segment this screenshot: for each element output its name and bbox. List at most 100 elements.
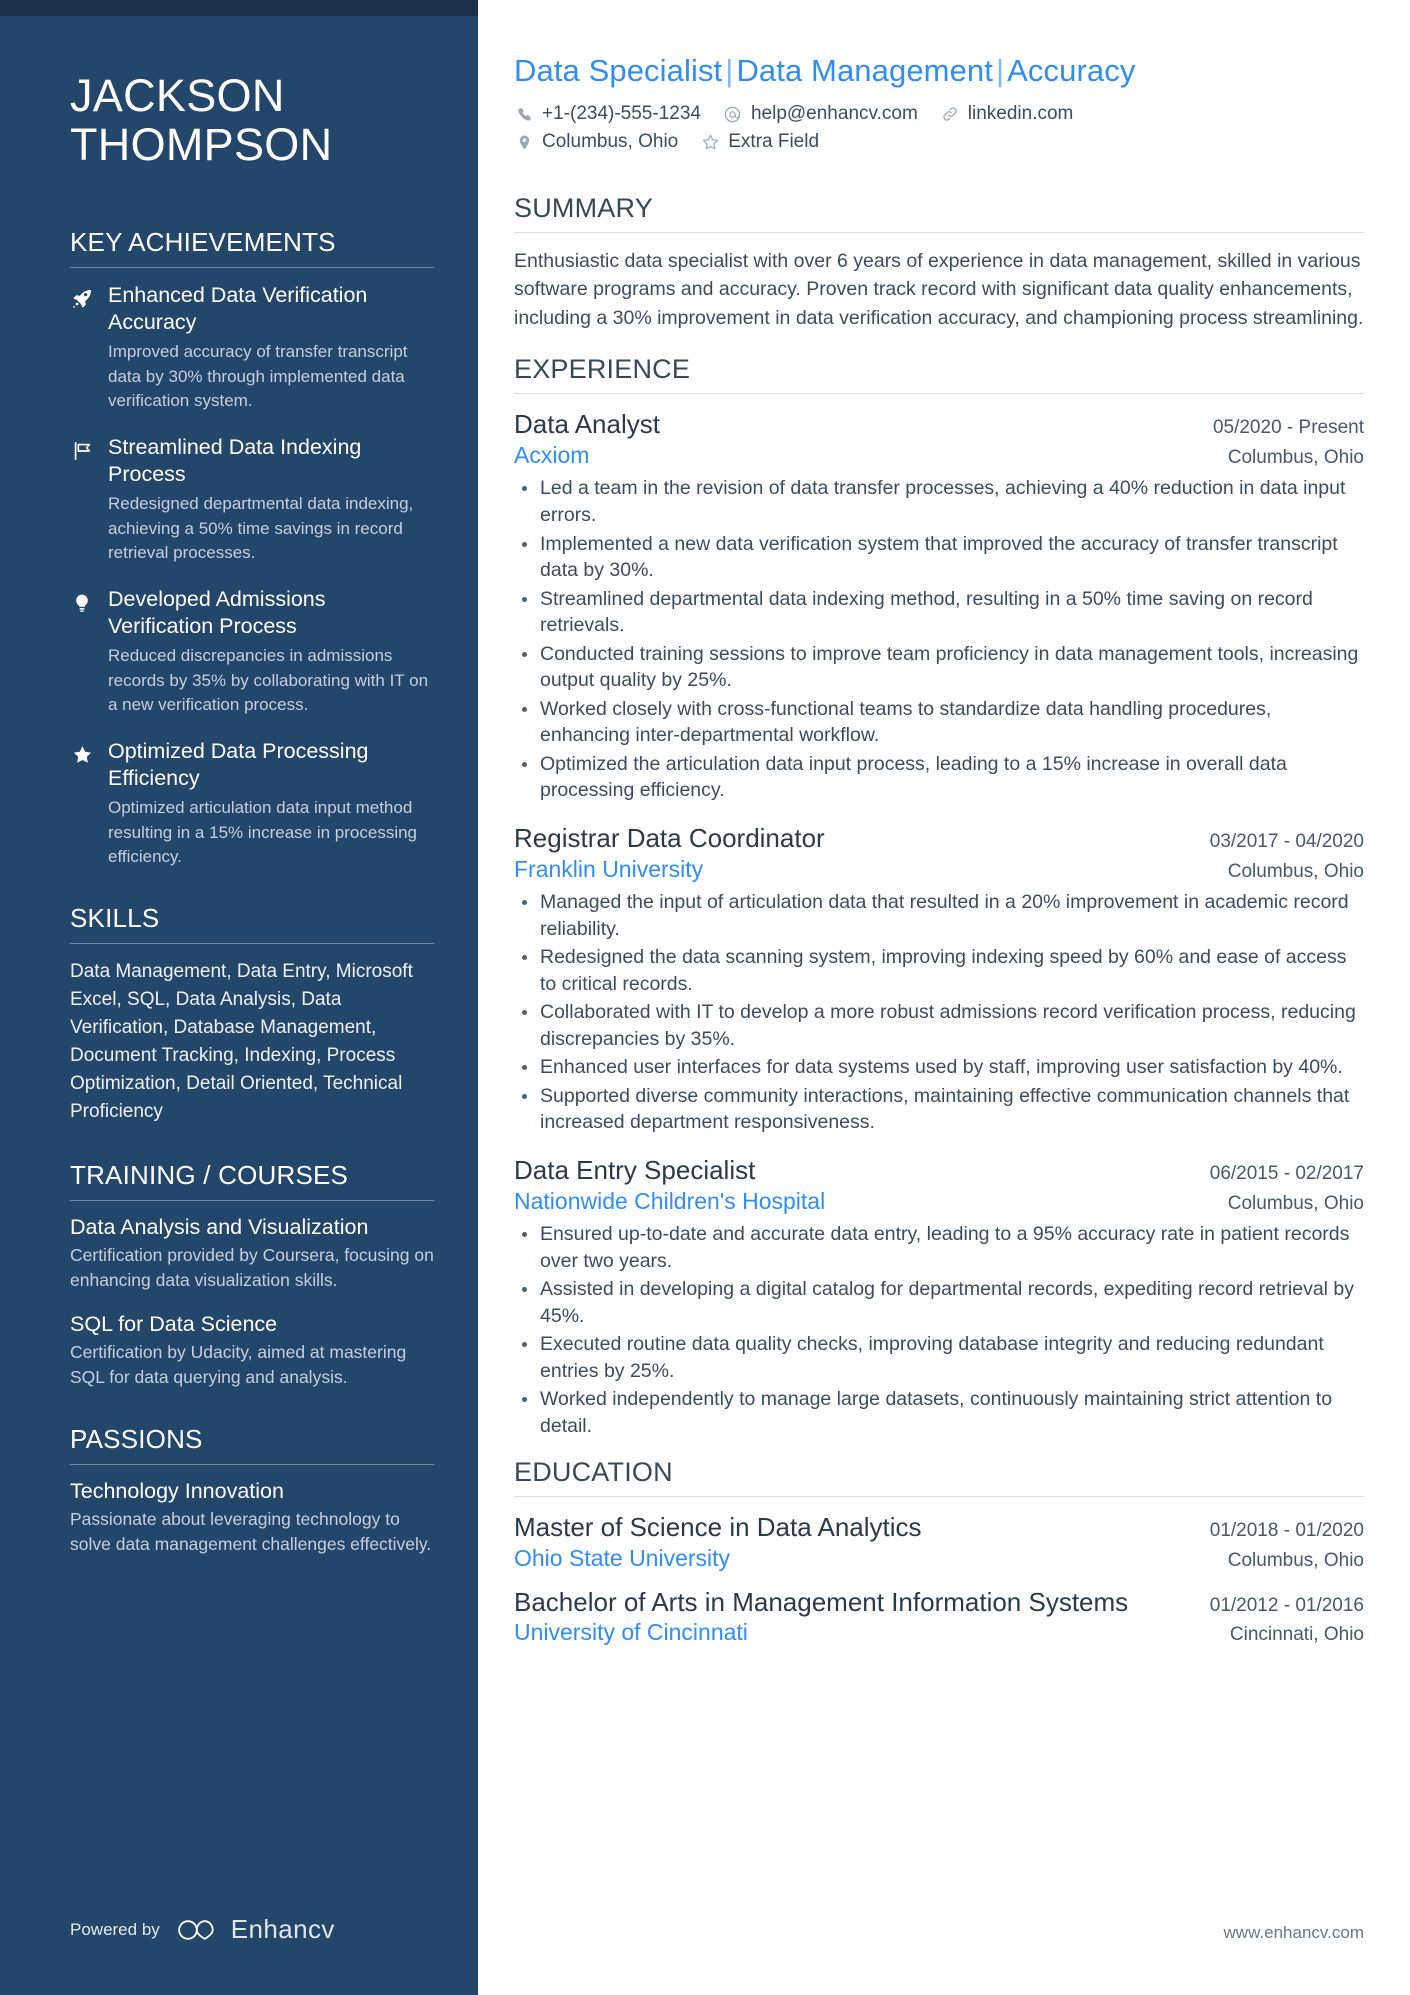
contact-linkedin-text: linkedin.com (967, 103, 1074, 125)
section-divider (70, 267, 434, 269)
job-bullet: Worked closely with cross-functional tea… (514, 696, 1364, 749)
achievement-item: Enhanced Data Verification Accuracy Impr… (70, 282, 434, 413)
headline-separator: | (725, 53, 734, 88)
candidate-name: JACKSON THOMPSON (70, 70, 434, 170)
contact-phone[interactable]: +1-(234)-555-1234 (514, 103, 701, 125)
job-bullet: Optimized the articulation data input pr… (514, 751, 1364, 804)
passions-section: PASSIONS Technology Innovation Passionat… (70, 1424, 434, 1557)
sidebar: JACKSON THOMPSON KEY ACHIEVEMENTS Enhanc… (0, 0, 478, 1995)
headline-part-2: Data Management (736, 53, 993, 88)
achievement-item: Streamlined Data Indexing Process Redesi… (70, 434, 434, 565)
last-name: THOMPSON (70, 118, 333, 170)
achievement-item: Optimized Data Processing Efficiency Opt… (70, 738, 434, 869)
job-bullet: Ensured up-to-date and accurate data ent… (514, 1221, 1364, 1274)
powered-by-footer: Powered by Enhancv (70, 1914, 335, 1945)
contact-extra-field: Extra Field (700, 131, 819, 153)
course-item: Data Analysis and Visualization Certific… (70, 1215, 434, 1293)
job-bullet: Streamlined departmental data indexing m… (514, 586, 1364, 639)
job-bullet-list: Led a team in the revision of data trans… (514, 475, 1364, 803)
experience-section: EXPERIENCE Data Analyst 05/2020 - Presen… (514, 354, 1364, 1439)
passion-description: Passionate about leveraging technology t… (70, 1508, 432, 1554)
education-entry: Bachelor of Arts in Management Informati… (514, 1586, 1364, 1647)
achievement-title: Developed Admissions Verification Proces… (108, 587, 326, 639)
passion-title: Technology Innovation (70, 1478, 284, 1503)
headline-part-1: Data Specialist (514, 53, 723, 88)
section-divider (514, 232, 1364, 234)
section-divider (70, 1463, 434, 1465)
course-title: SQL for Data Science (70, 1311, 278, 1336)
achievement-description: Improved accuracy of transfer transcript… (108, 342, 408, 410)
job-bullet: Implemented a new data verification syst… (514, 531, 1364, 584)
summary-text: Enthusiastic data specialist with over 6… (514, 250, 1364, 329)
achievement-description: Optimized articulation data input method… (108, 798, 418, 867)
achievement-item: Developed Admissions Verification Proces… (70, 586, 434, 717)
school-location: Columbus, Ohio (1227, 1549, 1364, 1571)
contact-row-secondary: Columbus, Ohio Extra Field (514, 131, 1364, 153)
school-name[interactable]: Ohio State University (514, 1545, 730, 1572)
enhancv-logo: Enhancv (176, 1914, 335, 1945)
enhancv-wordmark: Enhancv (230, 1914, 335, 1944)
star-outline-icon (700, 132, 720, 152)
contact-linkedin[interactable]: linkedin.com (940, 103, 1074, 125)
contact-phone-text: +1-(234)-555-1234 (542, 103, 701, 125)
course-item: SQL for Data Science Certification by Ud… (70, 1312, 434, 1390)
job-date-range: 05/2020 - Present (1212, 416, 1364, 438)
first-name: JACKSON (70, 70, 285, 121)
section-divider (514, 1496, 1364, 1498)
job-bullet: Led a team in the revision of data trans… (514, 475, 1364, 528)
training-courses-heading: TRAINING / COURSES (70, 1159, 349, 1190)
job-company[interactable]: Nationwide Children's Hospital (514, 1188, 825, 1215)
lightbulb-icon (70, 586, 94, 717)
job-bullet: Redesigned the data scanning system, imp… (514, 944, 1364, 997)
passion-item: Technology Innovation Passionate about l… (70, 1479, 434, 1557)
location-pin-icon (514, 132, 534, 152)
achievement-title: Optimized Data Processing Efficiency (108, 739, 369, 791)
skills-list: Data Management, Data Entry, Microsoft E… (70, 961, 413, 1122)
job-title: Registrar Data Coordinator (514, 822, 825, 853)
job-bullet: Supported diverse community interactions… (514, 1083, 1364, 1136)
job-bullet: Assisted in developing a digital catalog… (514, 1276, 1364, 1329)
achievement-description: Redesigned departmental data indexing, a… (108, 494, 414, 562)
contact-location: Columbus, Ohio (514, 131, 678, 153)
job-date-range: 06/2015 - 02/2017 (1209, 1162, 1364, 1184)
contact-email[interactable]: help@enhancv.com (723, 103, 918, 125)
job-bullet: Conducted training sessions to improve t… (514, 641, 1364, 694)
school-location: Cincinnati, Ohio (1229, 1624, 1364, 1646)
job-bullet: Collaborated with IT to develop a more r… (514, 999, 1364, 1052)
education-entry: Master of Science in Data Analytics 01/2… (514, 1511, 1364, 1572)
headline-separator: | (995, 53, 1005, 88)
skills-heading: SKILLS (70, 903, 160, 934)
key-achievements-section: KEY ACHIEVEMENTS Enhanced Data Verificat… (70, 227, 434, 869)
school-name[interactable]: University of Cincinnati (514, 1619, 748, 1646)
experience-entry: Registrar Data Coordinator 03/2017 - 04/… (514, 822, 1364, 1136)
passions-heading: PASSIONS (70, 1423, 203, 1454)
contact-extra-field-text: Extra Field (728, 131, 820, 153)
job-location: Columbus, Ohio (1227, 447, 1364, 469)
achievement-title: Streamlined Data Indexing Process (108, 435, 362, 487)
achievement-title: Enhanced Data Verification Accuracy (108, 283, 368, 335)
job-title: Data Entry Specialist (514, 1154, 756, 1185)
main-content: Data Specialist|Data Management|Accuracy… (478, 0, 1410, 1995)
powered-by-label: Powered by (70, 1919, 160, 1939)
degree-date-range: 01/2012 - 01/2016 (1209, 1594, 1364, 1616)
education-heading: EDUCATION (514, 1457, 673, 1488)
training-courses-section: TRAINING / COURSES Data Analysis and Vis… (70, 1160, 434, 1390)
degree-date-range: 01/2018 - 01/2020 (1209, 1520, 1364, 1542)
degree-title: Bachelor of Arts in Management Informati… (514, 1586, 1129, 1617)
at-icon (723, 104, 743, 124)
job-company[interactable]: Franklin University (514, 856, 703, 883)
section-divider (514, 392, 1364, 394)
contact-info: +1-(234)-555-1234 help@enhancv.com linke… (514, 103, 1364, 153)
education-section: EDUCATION Master of Science in Data Anal… (514, 1457, 1364, 1646)
job-company[interactable]: Acxiom (514, 442, 589, 469)
achievement-description: Reduced discrepancies in admissions reco… (108, 646, 429, 715)
flag-icon (70, 434, 94, 565)
job-date-range: 03/2017 - 04/2020 (1209, 830, 1364, 852)
section-divider (70, 1199, 434, 1201)
experience-heading: EXPERIENCE (514, 353, 691, 384)
job-bullet: Enhanced user interfaces for data system… (514, 1054, 1364, 1081)
professional-headline: Data Specialist|Data Management|Accuracy (514, 52, 1364, 89)
contact-email-text: help@enhancv.com (750, 103, 918, 125)
experience-entry: Data Analyst 05/2020 - Present Acxiom Co… (514, 408, 1364, 804)
job-location: Columbus, Ohio (1227, 1193, 1364, 1215)
